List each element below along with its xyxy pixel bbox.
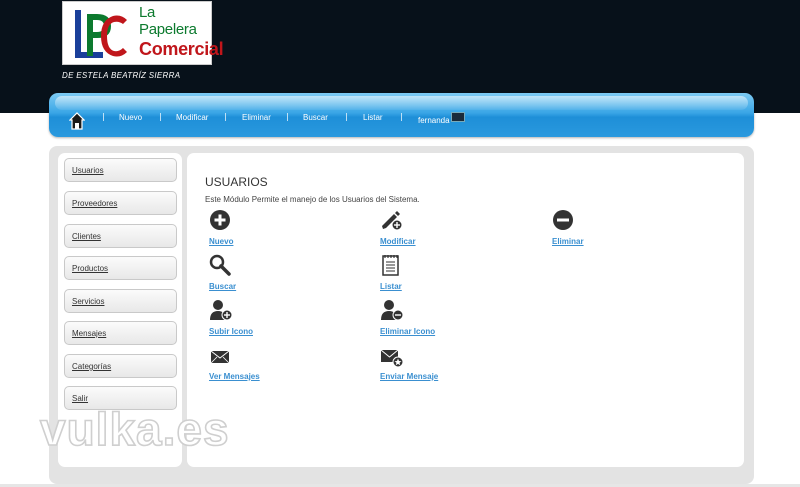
nav-separator: [160, 113, 161, 121]
user-avatar-icon[interactable]: [451, 112, 465, 122]
action-modificar-link[interactable]: Modificar: [380, 237, 416, 246]
nav-eliminar[interactable]: Eliminar: [242, 113, 271, 122]
user-add-icon[interactable]: [209, 299, 233, 321]
nav-buscar[interactable]: Buscar: [303, 113, 328, 122]
magnifier-icon[interactable]: [209, 254, 233, 276]
notepad-icon[interactable]: [380, 254, 404, 276]
envelope-icon[interactable]: [209, 347, 233, 369]
action-eliminar-link[interactable]: Eliminar: [552, 237, 584, 246]
nav-separator: [346, 113, 347, 121]
nav-separator: [287, 113, 288, 121]
watermark-text: vulka.es: [40, 403, 230, 453]
action-subir-icono-link[interactable]: Subir Icono: [209, 327, 253, 336]
pencil-add-icon[interactable]: [380, 209, 404, 231]
sidebar-item-proveedores[interactable]: Proveedores: [64, 191, 177, 215]
logo-wordmark: La Papelera Comercial: [139, 4, 224, 60]
nav-separator: [401, 113, 402, 121]
nav-username: fernanda: [418, 116, 450, 125]
sidebar-item-servicios[interactable]: Servicios: [64, 289, 177, 313]
action-nuevo-link[interactable]: Nuevo: [209, 237, 233, 246]
home-icon[interactable]: [69, 112, 85, 130]
logo-line-3: Comercial: [139, 39, 224, 59]
nav-separator: [225, 113, 226, 121]
company-logo[interactable]: La Papelera Comercial: [62, 1, 224, 65]
logo-line-1: La: [139, 4, 156, 21]
nav-separator: [103, 113, 104, 121]
logo-line-2: Papelera: [139, 21, 197, 38]
lpc-logo-icon: [75, 10, 127, 58]
sidebar-item-categorias[interactable]: Categorías: [64, 354, 177, 378]
nav-listar[interactable]: Listar: [363, 113, 383, 122]
sidebar-item-clientes[interactable]: Clientes: [64, 224, 177, 248]
sidebar-item-mensajes[interactable]: Mensajes: [64, 321, 177, 345]
sidebar-item-productos[interactable]: Productos: [64, 256, 177, 280]
envelope-star-icon[interactable]: [380, 347, 404, 369]
minus-circle-icon[interactable]: [552, 209, 576, 231]
action-enviar-mensaje-link[interactable]: Enviar Mensaje: [380, 372, 438, 381]
action-ver-mensajes-link[interactable]: Ver Mensajes: [209, 372, 260, 381]
user-remove-icon[interactable]: [380, 299, 404, 321]
nav-modificar[interactable]: Modificar: [176, 113, 208, 122]
nav-nuevo[interactable]: Nuevo: [119, 113, 142, 122]
plus-circle-icon[interactable]: [209, 209, 233, 231]
page-description: Este Módulo Permite el manejo de los Usu…: [205, 195, 420, 204]
page-title: USUARIOS: [205, 175, 268, 189]
sidebar-item-usuarios[interactable]: Usuarios: [64, 158, 177, 182]
action-listar-link[interactable]: Listar: [380, 282, 402, 291]
action-eliminar-icono-link[interactable]: Eliminar Icono: [380, 327, 435, 336]
tagline: DE ESTELA BEATRÍZ SIERRA: [62, 71, 181, 80]
action-buscar-link[interactable]: Buscar: [209, 282, 236, 291]
watermark-logo: vulka.es: [39, 403, 230, 453]
